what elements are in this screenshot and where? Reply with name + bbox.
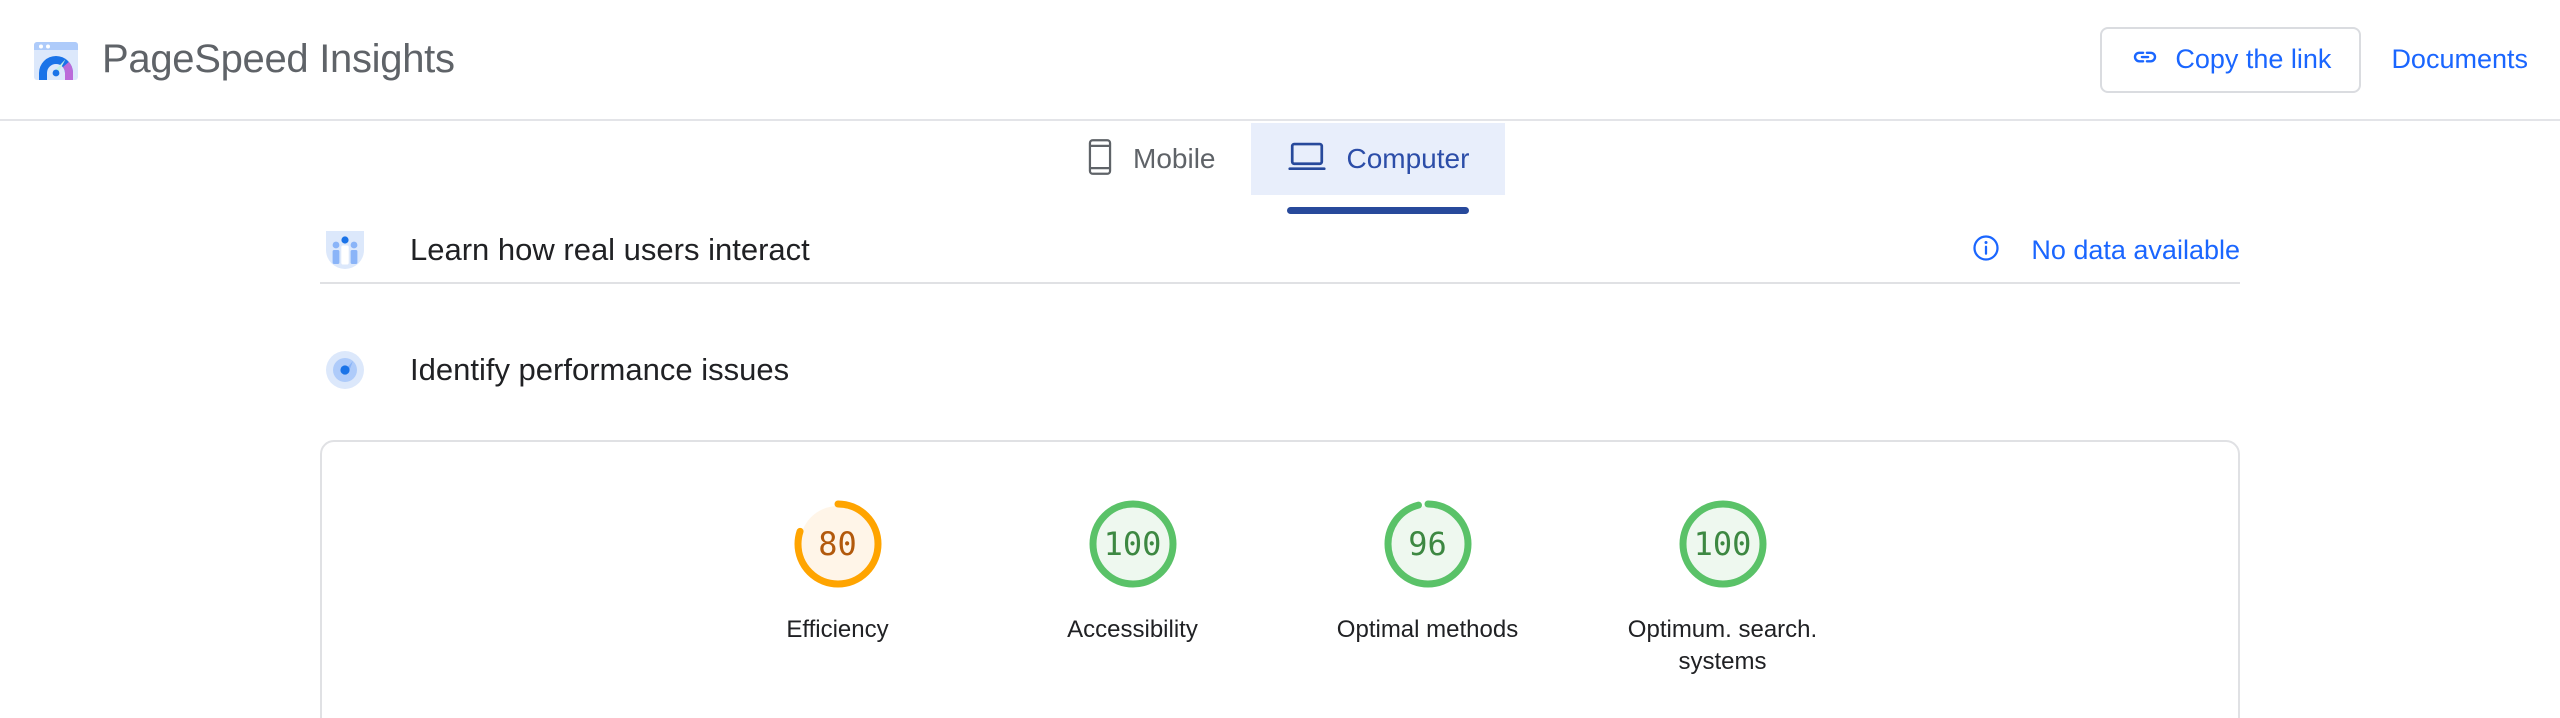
tab-computer-label: Computer xyxy=(1346,143,1470,174)
gauge-ring-optimal-methods: 96 xyxy=(1380,496,1476,592)
gauge-optimal-methods[interactable]: 96 Optimal methods xyxy=(1328,496,1528,646)
main-content: Learn how real users interact No data av… xyxy=(0,218,2560,718)
gauge-ring-accessibility: 100 xyxy=(1085,496,1181,592)
gauge-efficiency[interactable]: 80 Efficiency xyxy=(738,496,938,646)
app-header: PageSpeed Insights Copy the link Documen… xyxy=(0,0,2560,121)
tab-active-indicator xyxy=(1287,207,1470,214)
tab-mobile-label: Mobile xyxy=(1133,143,1216,174)
tab-mobile[interactable]: Mobile xyxy=(1050,123,1251,195)
lab-data-row: Identify performance issues xyxy=(320,342,2240,398)
gauge-value-optimal-methods: 96 xyxy=(1408,525,1447,563)
field-data-status-label: No data available xyxy=(2031,234,2240,265)
link-icon xyxy=(2130,42,2160,77)
gauge-ring-seo: 100 xyxy=(1675,496,1771,592)
info-icon xyxy=(1971,233,2001,268)
lab-data-title: Identify performance issues xyxy=(410,352,790,387)
score-gauges: 80 Efficiency 100 Accessibility 96 Optim… xyxy=(322,442,2238,679)
page-title: PageSpeed Insights xyxy=(102,37,455,81)
mobile-phone-icon xyxy=(1086,138,1114,181)
laptop-icon xyxy=(1287,141,1327,178)
gauge-value-efficiency: 80 xyxy=(818,525,857,563)
score-card: 80 Efficiency 100 Accessibility 96 Optim… xyxy=(320,440,2240,718)
documents-link[interactable]: Documents xyxy=(2391,44,2528,75)
gauge-ring-efficiency: 80 xyxy=(790,496,886,592)
users-group-icon xyxy=(320,225,370,275)
brand: PageSpeed Insights xyxy=(32,36,455,84)
field-data-row: Learn how real users interact No data av… xyxy=(320,218,2240,282)
header-actions: Copy the link Documents xyxy=(2100,26,2528,93)
gauge-value-accessibility: 100 xyxy=(1103,525,1162,563)
gauge-accessibility[interactable]: 100 Accessibility xyxy=(1033,496,1233,646)
section-divider xyxy=(320,282,2240,284)
pagespeed-gauge-logo-icon xyxy=(32,36,80,84)
copy-link-label: Copy the link xyxy=(2175,44,2332,74)
tab-computer[interactable]: Computer xyxy=(1251,123,1506,214)
gauge-label-efficiency: Efficiency xyxy=(786,616,889,643)
field-data-title: Learn how real users interact xyxy=(410,232,810,267)
pagespeed-insights-page: PageSpeed Insights Copy the link Documen… xyxy=(0,0,2560,718)
gauge-label-optimal-methods: Optimal methods xyxy=(1336,616,1519,643)
field-data-status: No data available xyxy=(1971,233,2240,268)
gauge-value-seo: 100 xyxy=(1693,525,1752,563)
gauge-seo[interactable]: 100 Optimum. search. systems xyxy=(1623,496,1823,679)
target-gauge-icon xyxy=(320,345,370,395)
gauge-label-accessibility: Accessibility xyxy=(1067,616,1198,643)
gauge-label-seo: Optimum. search. systems xyxy=(1627,616,1818,676)
copy-link-button[interactable]: Copy the link xyxy=(2100,26,2362,93)
device-tabbar: Mobile Computer xyxy=(0,123,2560,218)
